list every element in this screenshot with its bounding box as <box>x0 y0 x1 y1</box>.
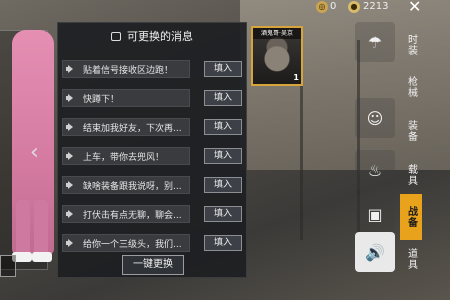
fill-in-button[interactable]: 填入 <box>204 148 242 164</box>
fill-in-button[interactable]: 填入 <box>204 206 242 222</box>
message-text: 贴着信号接收区边跑！ <box>83 65 174 76</box>
coin-balance: 0 <box>330 1 337 12</box>
chevron-left-icon[interactable]: ‹ <box>30 140 39 165</box>
avatar-name: 酒鬼哥·吴京 <box>253 28 301 39</box>
speaker-icon <box>65 209 77 219</box>
left-side-slot[interactable] <box>0 255 16 277</box>
message-option[interactable]: 快蹲下！ <box>62 89 190 107</box>
coin-balance: 2213 <box>363 1 389 12</box>
speaker-icon <box>65 64 77 74</box>
speaker-icon[interactable]: 🔊 <box>355 232 395 272</box>
list-item: 打伏击有点无聊，聊会... 填入 <box>62 204 244 224</box>
speaker-icon <box>65 93 77 103</box>
message-text: 上车，带你去兜风！ <box>83 152 165 163</box>
close-icon[interactable]: ✕ <box>408 0 421 15</box>
speaker-icon <box>65 151 77 161</box>
tab-equipment[interactable]: 装备 <box>400 108 422 154</box>
fill-in-button[interactable]: 填入 <box>204 177 242 193</box>
chat-icon <box>111 31 121 41</box>
message-option[interactable]: 给你一个三级头，我们... <box>62 234 190 252</box>
parachute-icon[interactable]: ☂ <box>355 22 395 62</box>
message-text: 给你一个三级头，我们... <box>83 239 182 250</box>
coin-icon: ◎ <box>316 1 328 13</box>
message-option[interactable]: 上车，带你去兜风！ <box>62 147 190 165</box>
speaker-icon <box>65 122 77 132</box>
category-tabs: 时装 枪械 装备 载具 战备 道具 <box>400 22 422 278</box>
photo-icon[interactable]: ▣ <box>355 194 395 234</box>
list-item: 给你一个三级头，我们... 填入 <box>62 233 244 253</box>
tab-guns[interactable]: 枪械 <box>400 64 422 110</box>
spray-icon[interactable]: ♨ <box>355 150 395 190</box>
background-tower <box>300 40 360 240</box>
avatar-count: 1 <box>293 73 299 82</box>
message-text: 结束加我好友，下次再... <box>83 123 182 134</box>
tab-fashion[interactable]: 时装 <box>400 22 422 68</box>
list-item: 上车，带你去兜风！ 填入 <box>62 146 244 166</box>
smile-icon[interactable]: ☺ <box>355 98 395 138</box>
fill-in-button[interactable]: 填入 <box>204 61 242 77</box>
list-item: 快蹲下！ 填入 <box>62 88 244 108</box>
panel-header: 可更换的消息 <box>58 23 246 49</box>
category-icon-strip: ☂ ☺ ♨ ▣ 🔊 <box>355 22 400 278</box>
message-option[interactable]: 贴着信号接收区边跑！ <box>62 60 190 78</box>
fill-in-button[interactable]: 填入 <box>204 119 242 135</box>
speaker-icon <box>65 238 77 248</box>
tab-items[interactable]: 道具 <box>400 236 422 282</box>
list-item: 缺啥装备跟我说呀，别... 填入 <box>62 175 244 195</box>
swap-all-button[interactable]: 一键更换 <box>122 255 184 275</box>
tab-vehicles[interactable]: 载具 <box>400 152 422 198</box>
speaker-icon <box>65 180 77 190</box>
message-text: 快蹲下！ <box>83 94 120 105</box>
list-item: 结束加我好友，下次再... 填入 <box>62 117 244 137</box>
message-option[interactable]: 打伏击有点无聊，聊会... <box>62 205 190 223</box>
message-text: 缺啥装备跟我说呀，别... <box>83 181 182 192</box>
list-item: 贴着信号接收区边跑！ 填入 <box>62 59 244 79</box>
character-leg <box>34 200 48 260</box>
panel-title: 可更换的消息 <box>127 30 193 43</box>
message-panel: 可更换的消息 贴着信号接收区边跑！ 填入 快蹲下！ 填入 结束加我好友，下次再.… <box>57 22 247 278</box>
fill-in-button[interactable]: 填入 <box>204 235 242 251</box>
message-option[interactable]: 缺啥装备跟我说呀，别... <box>62 176 190 194</box>
character-shoe <box>32 252 52 262</box>
top-bar: ◎ 0 ● 2213 ✕ <box>250 0 450 15</box>
message-text: 打伏击有点无聊，聊会... <box>83 210 182 221</box>
message-option[interactable]: 结束加我好友，下次再... <box>62 118 190 136</box>
fill-in-button[interactable]: 填入 <box>204 90 242 106</box>
tab-battle-gear[interactable]: 战备 <box>400 194 422 240</box>
character-leg <box>16 200 30 260</box>
avatar-card[interactable]: 酒鬼哥·吴京 1 <box>251 26 303 86</box>
coin-icon: ● <box>348 1 360 13</box>
